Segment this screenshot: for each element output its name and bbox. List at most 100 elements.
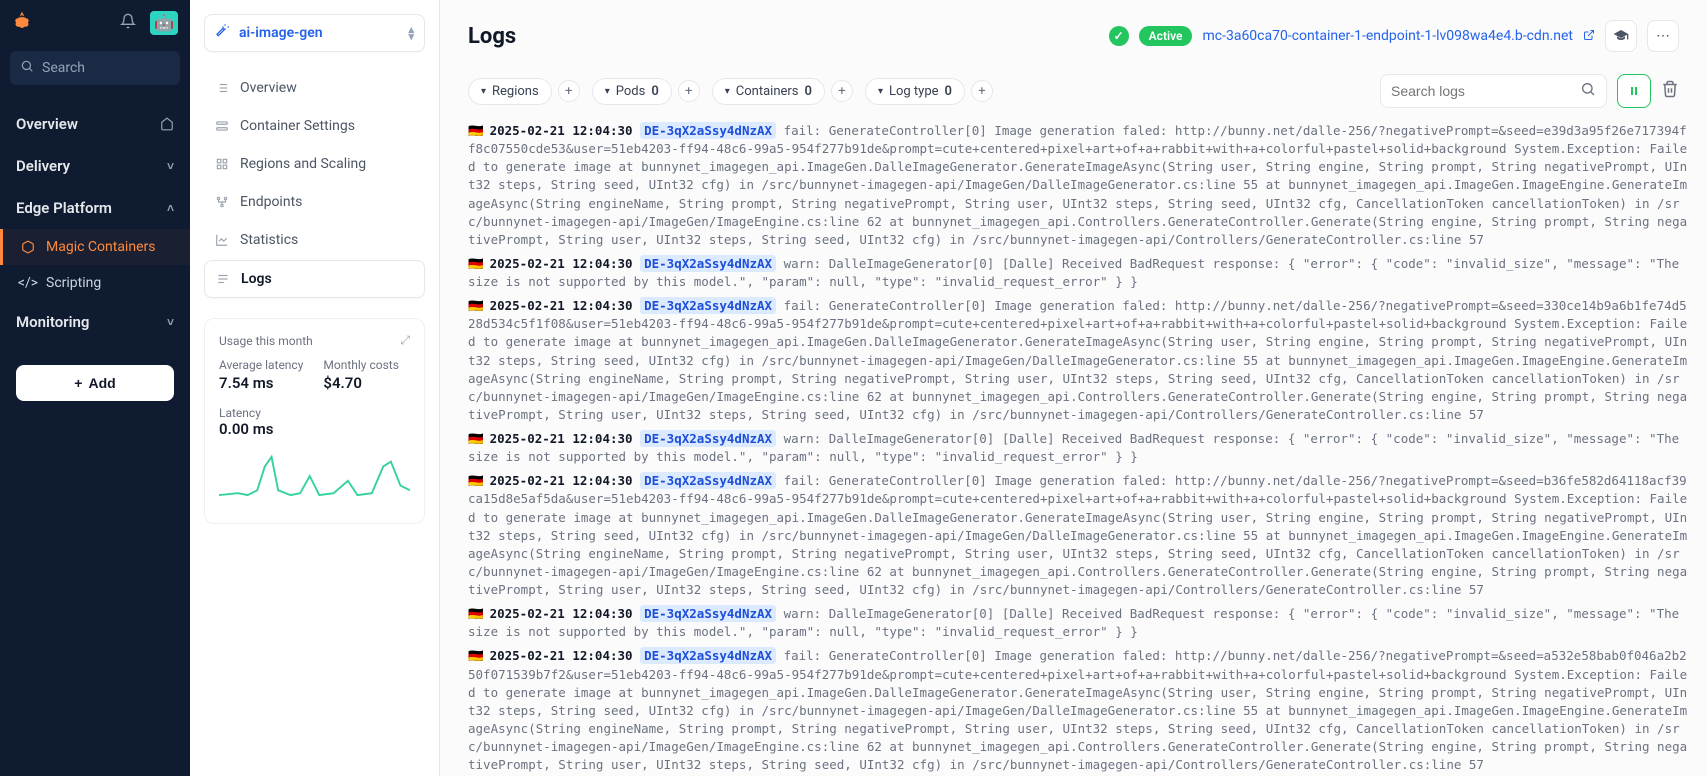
primary-sidebar: 🤖 Search OverviewDelivery˅Edge Platform˄… xyxy=(0,0,190,776)
log-level: warn: xyxy=(784,606,822,621)
logs-icon xyxy=(215,272,231,286)
log-entry[interactable]: 🇩🇪2025-02-21 12:04:30 DE-3qX2aSsy4dNzAX … xyxy=(468,122,1689,249)
add-button[interactable]: + Add xyxy=(16,365,174,401)
filter-group-regions: ▾Regions + xyxy=(468,78,580,105)
filter-pods[interactable]: ▾Pods 0 xyxy=(592,78,672,105)
more-icon[interactable]: ⋯ xyxy=(1647,20,1679,52)
log-entry[interactable]: 🇩🇪2025-02-21 12:04:30 DE-3qX2aSsy4dNzAX … xyxy=(468,647,1689,774)
add-filter-icon[interactable]: + xyxy=(831,80,853,102)
log-search[interactable] xyxy=(1380,74,1607,108)
sec-item-container-settings[interactable]: Container Settings xyxy=(204,108,425,144)
log-timestamp: 2025-02-21 12:04:30 xyxy=(490,473,633,488)
add-button-label: Add xyxy=(88,375,115,391)
graduation-icon[interactable] xyxy=(1605,20,1637,52)
log-search-input[interactable] xyxy=(1391,83,1572,99)
latency-sparkline xyxy=(219,446,410,506)
nav-top: 🤖 xyxy=(0,0,190,45)
log-level: fail: xyxy=(784,648,822,663)
log-tag: DE-3qX2aSsy4dNzAX xyxy=(640,605,776,622)
funnel-icon: ▾ xyxy=(878,86,883,97)
log-message: GenerateController[0] Image generation f… xyxy=(468,123,1687,247)
status-check-icon: ✓ xyxy=(1109,26,1129,46)
sec-item-regions-and-scaling[interactable]: Regions and Scaling xyxy=(204,146,425,182)
add-filter-icon[interactable]: + xyxy=(678,80,700,102)
log-tag: DE-3qX2aSsy4dNzAX xyxy=(640,122,776,139)
funnel-icon: ▾ xyxy=(605,86,610,97)
cost-label: Monthly costs xyxy=(323,358,399,372)
log-level: fail: xyxy=(784,123,822,138)
log-message: GenerateController[0] Image generation f… xyxy=(468,298,1687,422)
log-timestamp: 2025-02-21 12:04:30 xyxy=(490,606,633,621)
project-name: ai-image-gen xyxy=(239,25,323,41)
wand-icon xyxy=(215,23,231,43)
filter-group-pods: ▾Pods 0 + xyxy=(592,78,700,105)
sec-item-endpoints[interactable]: Endpoints xyxy=(204,184,425,220)
filter-regions[interactable]: ▾Regions xyxy=(468,78,552,105)
filter-log-type[interactable]: ▾Log type 0 xyxy=(865,78,965,105)
log-entry[interactable]: 🇩🇪2025-02-21 12:04:30 DE-3qX2aSsy4dNzAX … xyxy=(468,255,1689,291)
globe-icon xyxy=(214,157,230,171)
log-tag: DE-3qX2aSsy4dNzAX xyxy=(640,255,776,272)
log-tag: DE-3qX2aSsy4dNzAX xyxy=(640,472,776,489)
log-level: warn: xyxy=(784,256,822,271)
avg-latency-label: Average latency xyxy=(219,358,303,372)
search-icon xyxy=(1580,81,1596,101)
project-selector[interactable]: ai-image-gen ▴▾ xyxy=(204,14,425,52)
latency-label: Latency xyxy=(219,406,261,420)
flag-icon: 🇩🇪 xyxy=(468,123,484,138)
bunny-logo-icon[interactable] xyxy=(12,10,32,35)
log-level: fail: xyxy=(784,473,822,488)
nav-sub-magic-containers[interactable]: Magic Containers xyxy=(0,229,190,265)
log-area[interactable]: 🇩🇪2025-02-21 12:04:30 DE-3qX2aSsy4dNzAX … xyxy=(468,122,1689,776)
avg-latency-value: 7.54 ms xyxy=(219,374,303,392)
expand-icon[interactable]: ⤢ xyxy=(400,333,410,348)
log-timestamp: 2025-02-21 12:04:30 xyxy=(490,648,633,663)
global-search[interactable]: Search xyxy=(10,51,180,85)
log-timestamp: 2025-02-21 12:04:30 xyxy=(490,431,633,446)
nav-item-overview[interactable]: Overview xyxy=(0,103,190,145)
code-icon: </> xyxy=(20,275,36,291)
nav-sub-scripting[interactable]: </>Scripting xyxy=(0,265,190,301)
main-header: Logs ✓ Active mc-3a60ca70-container-1-en… xyxy=(440,0,1707,66)
log-toolbar: ▾Regions+▾Pods 0+▾Containers 0+▾Log type… xyxy=(440,66,1707,118)
nav-item-monitoring[interactable]: Monitoring˅ xyxy=(0,301,190,343)
flag-icon: 🇩🇪 xyxy=(468,298,484,313)
sec-item-overview[interactable]: Overview xyxy=(204,70,425,106)
filter-containers[interactable]: ▾Containers 0 xyxy=(712,78,825,105)
status-badge: Active xyxy=(1139,26,1193,46)
trash-icon[interactable] xyxy=(1661,80,1679,103)
avatar-icon[interactable]: 🤖 xyxy=(150,11,178,35)
main-content: Logs ✓ Active mc-3a60ca70-container-1-en… xyxy=(440,0,1707,776)
usage-title: Usage this month xyxy=(219,334,313,348)
log-message: GenerateController[0] Image generation f… xyxy=(468,473,1687,597)
sec-item-logs[interactable]: Logs xyxy=(204,260,425,298)
nav-item-delivery[interactable]: Delivery˅ xyxy=(0,145,190,187)
add-filter-icon[interactable]: + xyxy=(558,80,580,102)
filter-group-log-type: ▾Log type 0 + xyxy=(865,78,993,105)
log-tag: DE-3qX2aSsy4dNzAX xyxy=(640,297,776,314)
sliders-icon xyxy=(214,119,230,133)
log-entry[interactable]: 🇩🇪2025-02-21 12:04:30 DE-3qX2aSsy4dNzAX … xyxy=(468,605,1689,641)
sec-item-statistics[interactable]: Statistics xyxy=(204,222,425,258)
bell-icon[interactable] xyxy=(120,13,136,33)
search-placeholder: Search xyxy=(42,60,85,76)
selector-arrows-icon: ▴▾ xyxy=(408,26,414,40)
nav-item-edge-platform[interactable]: Edge Platform˄ xyxy=(0,187,190,229)
add-filter-icon[interactable]: + xyxy=(971,80,993,102)
endpoint-link[interactable]: mc-3a60ca70-container-1-endpoint-1-lv098… xyxy=(1202,28,1573,44)
list-icon xyxy=(214,81,230,95)
funnel-icon: ▾ xyxy=(725,86,730,97)
cube-icon xyxy=(20,240,36,254)
flag-icon: 🇩🇪 xyxy=(468,648,484,663)
external-link-icon[interactable] xyxy=(1583,29,1595,44)
plus-icon: + xyxy=(74,375,82,391)
search-icon xyxy=(20,59,34,77)
usage-card: Usage this month ⤢ Average latency 7.54 … xyxy=(204,318,425,524)
pause-button[interactable] xyxy=(1617,74,1651,108)
log-entry[interactable]: 🇩🇪2025-02-21 12:04:30 DE-3qX2aSsy4dNzAX … xyxy=(468,430,1689,466)
flag-icon: 🇩🇪 xyxy=(468,606,484,621)
log-entry[interactable]: 🇩🇪2025-02-21 12:04:30 DE-3qX2aSsy4dNzAX … xyxy=(468,297,1689,424)
log-entry[interactable]: 🇩🇪2025-02-21 12:04:30 DE-3qX2aSsy4dNzAX … xyxy=(468,472,1689,599)
filter-group-containers: ▾Containers 0 + xyxy=(712,78,853,105)
log-tag: DE-3qX2aSsy4dNzAX xyxy=(640,647,776,664)
